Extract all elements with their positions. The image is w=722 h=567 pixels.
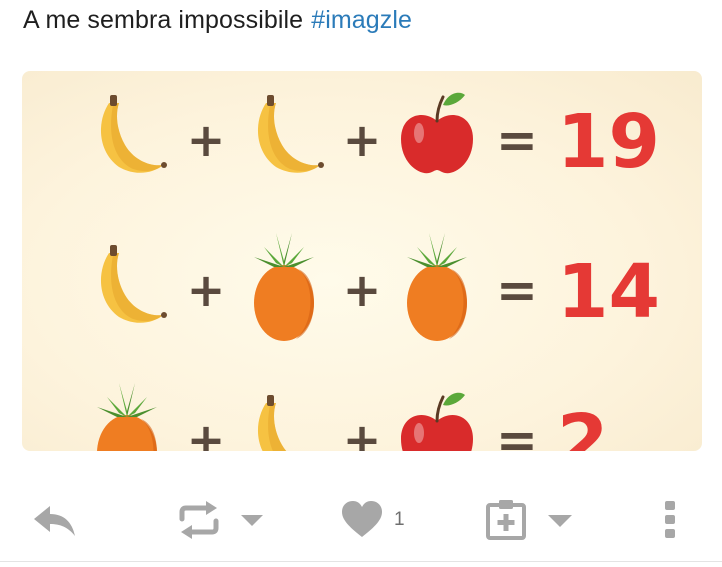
apple-icon: [401, 92, 473, 174]
equals-sign: =: [496, 411, 538, 451]
pineapple-icon: [97, 383, 157, 451]
more-vertical-icon: [665, 501, 675, 538]
plus-operator: +: [187, 413, 226, 451]
boost-button[interactable]: [176, 490, 222, 550]
bookmark-button[interactable]: [485, 490, 527, 550]
banana-icon: [100, 245, 167, 323]
plus-operator: +: [187, 263, 226, 317]
equals-sign: =: [496, 111, 538, 169]
puzzle-row: + + = 14: [100, 233, 660, 341]
banana-icon: [257, 395, 287, 451]
reply-button[interactable]: [32, 490, 78, 550]
plus-operator: +: [343, 413, 382, 451]
favourite-count: 1: [394, 509, 405, 530]
puzzle-result: 19: [557, 99, 660, 185]
puzzle-row: + + = 2: [97, 383, 609, 451]
caret-down-icon: [241, 515, 263, 526]
favourite-button[interactable]: 1: [340, 490, 405, 550]
equals-sign: =: [496, 261, 538, 319]
banana-icon: [257, 95, 324, 173]
plus-operator: +: [343, 113, 382, 167]
reply-icon: [34, 506, 75, 536]
more-options-button[interactable]: [662, 490, 678, 550]
status-text: A me sembra impossibile: [23, 6, 304, 34]
pineapple-icon: [407, 233, 467, 341]
puzzle-result: 14: [557, 249, 660, 335]
action-bar: 1: [0, 490, 722, 550]
hashtag-link[interactable]: #imagzle: [311, 6, 412, 34]
status-content: A me sembra impossibile #imagzle: [23, 6, 412, 35]
heart-icon: [342, 501, 382, 537]
puzzle-result: 2: [557, 399, 609, 451]
apple-icon: [401, 392, 473, 451]
bookmark-plus-icon: [486, 500, 526, 540]
boost-visibility-dropdown[interactable]: [238, 490, 266, 550]
status-post: A me sembra impossibile #imagzle + + = 19 + + =…: [0, 0, 722, 567]
banana-icon: [100, 95, 167, 173]
boost-icon: [179, 501, 219, 539]
puzzle-image: + + = 19 + + = 14 + + = 2: [97, 92, 660, 451]
plus-operator: +: [187, 113, 226, 167]
plus-operator: +: [343, 263, 382, 317]
divider: [0, 561, 722, 562]
pineapple-icon: [254, 233, 314, 341]
bookmark-options-dropdown[interactable]: [545, 490, 575, 550]
puzzle-row: + + = 19: [100, 92, 660, 185]
caret-down-icon: [548, 515, 572, 527]
media-attachment[interactable]: + + = 19 + + = 14 + + = 2: [22, 71, 702, 451]
